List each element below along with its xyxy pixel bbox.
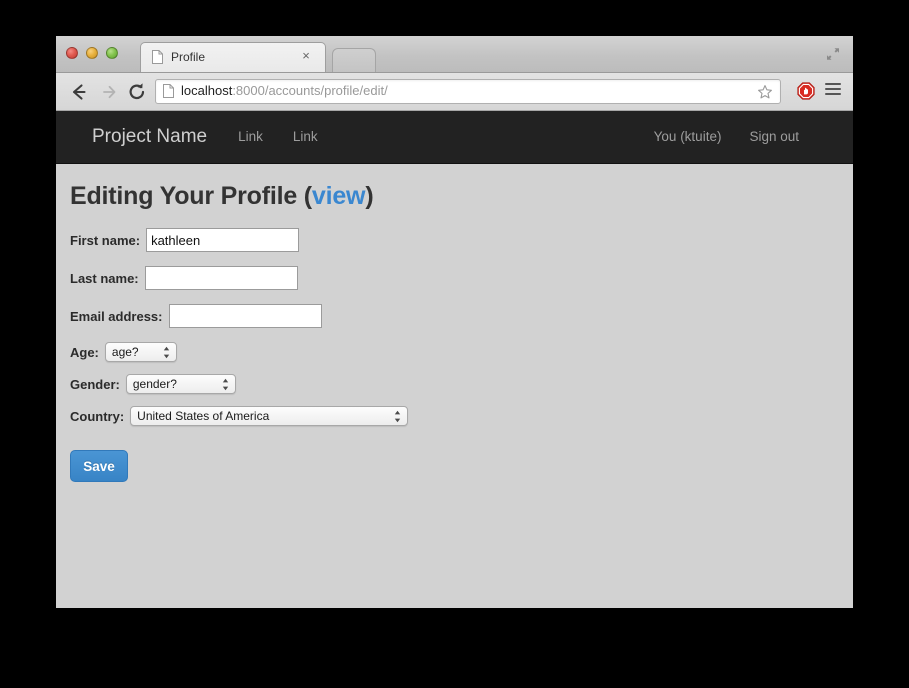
country-label: Country: [70,408,125,424]
age-select-value: age? [111,345,139,359]
last-name-row: Last name: [70,266,853,290]
reload-icon[interactable] [126,81,148,103]
navbar-brand[interactable]: Project Name [92,111,223,163]
hamburger-menu-icon[interactable] [825,83,841,99]
navbar-link-1[interactable]: Link [223,111,278,163]
last-name-label: Last name: [70,270,139,286]
chevron-updown-icon [394,410,401,423]
adblock-stop-hand-icon[interactable] [797,82,815,100]
url-text: localhost:8000/accounts/profile/edit/ [181,83,388,98]
gender-label: Gender: [70,376,120,392]
page-viewport: Project Name Link Link You (ktuite) Sign… [56,111,853,608]
navbar-link-2[interactable]: Link [278,111,333,163]
page-icon [163,84,174,98]
menu-bar [825,93,841,95]
window-controls [66,47,118,59]
browser-toolbar: localhost:8000/accounts/profile/edit/ [56,73,853,111]
browser-window: Profile × localhost:8000/accounts/profil… [56,36,853,608]
first-name-input[interactable] [146,228,300,252]
back-arrow-icon[interactable] [68,81,90,103]
country-select-value: United States of America [137,409,270,423]
star-icon[interactable] [757,84,773,100]
address-bar[interactable]: localhost:8000/accounts/profile/edit/ [155,79,781,104]
chevron-updown-icon [163,346,170,359]
email-label: Email address: [70,308,163,324]
gender-row: Gender: gender? [70,374,853,394]
last-name-input[interactable] [144,266,298,290]
save-button[interactable]: Save [70,450,128,482]
browser-tab[interactable]: Profile × [140,42,326,72]
url-path: :8000/accounts/profile/edit/ [232,83,388,98]
email-field[interactable] [168,304,322,328]
site-navbar: Project Name Link Link You (ktuite) Sign… [56,111,853,164]
first-name-label: First name: [70,232,141,248]
navbar-signout-link[interactable]: Sign out [735,111,813,163]
profile-edit-form: Editing Your Profile (view) First name: … [56,164,853,482]
url-host: localhost [181,83,233,98]
fullscreen-icon[interactable] [825,46,841,62]
navbar-user-link[interactable]: You (ktuite) [640,111,736,163]
age-select[interactable]: age? [104,342,177,362]
page-title-text: Editing Your Profile ( [70,182,312,210]
menu-bar [825,83,841,85]
age-row: Age: age? [70,342,853,362]
zoom-window-button[interactable] [106,47,118,59]
page-title: Editing Your Profile (view) [70,182,853,211]
new-tab-button[interactable] [332,48,376,72]
browser-titlebar: Profile × [56,36,853,73]
email-row: Email address: [70,304,853,328]
country-select[interactable]: United States of America [130,406,409,426]
chevron-updown-icon [222,378,229,391]
close-window-button[interactable] [66,47,78,59]
forward-arrow-icon[interactable] [98,81,120,103]
menu-bar [825,88,841,90]
gender-select[interactable]: gender? [125,374,236,394]
gender-select-value: gender? [132,377,177,391]
navbar-right-group: You (ktuite) Sign out [640,111,813,163]
age-label: Age: [70,344,99,360]
close-tab-icon[interactable]: × [299,49,313,63]
tab-title: Profile [171,50,206,64]
country-row: Country: United States of America [70,406,853,426]
view-profile-link[interactable]: view [312,182,366,210]
navbar-left-group: Project Name Link Link [92,111,333,163]
page-icon [152,50,163,64]
minimize-window-button[interactable] [86,47,98,59]
first-name-row: First name: [70,228,853,252]
page-title-tail: ) [365,182,374,210]
